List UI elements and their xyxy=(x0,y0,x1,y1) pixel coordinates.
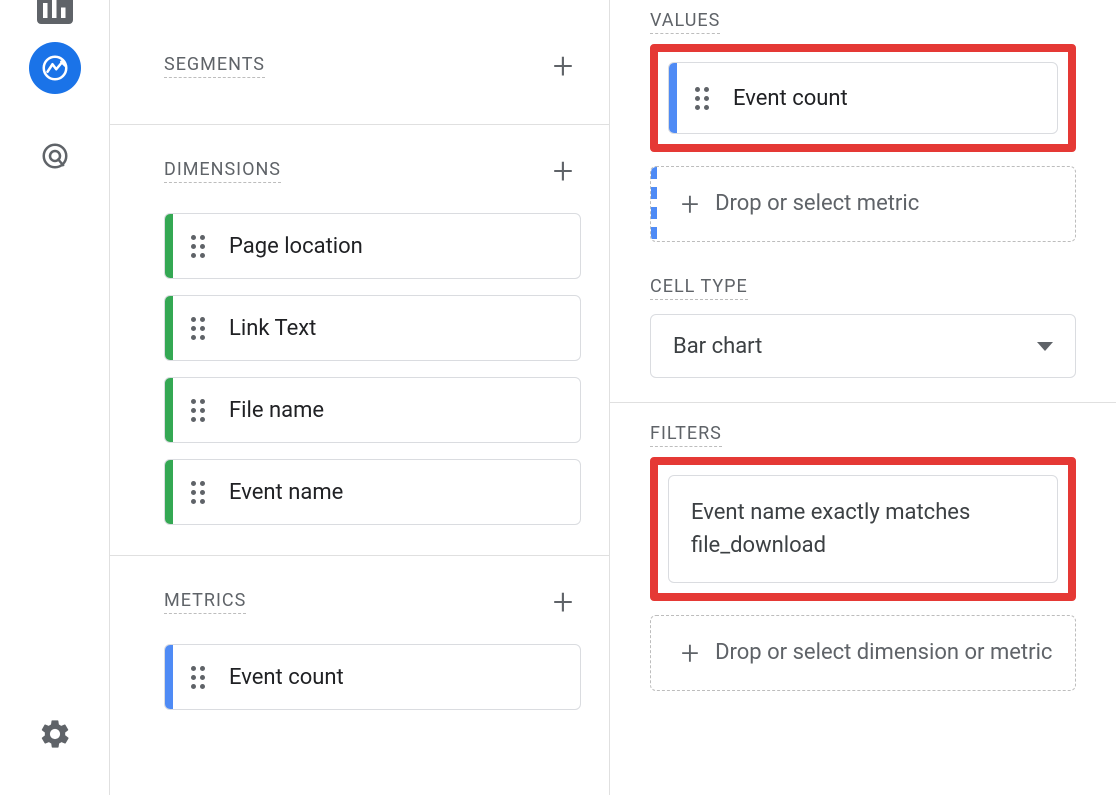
chip-label: Page location xyxy=(229,234,363,259)
drag-handle-icon[interactable] xyxy=(695,87,715,110)
add-metric-button[interactable]: + xyxy=(545,584,581,620)
chip-label: File name xyxy=(229,398,324,423)
values-label: VALUES xyxy=(650,10,720,34)
filter-card[interactable]: Event name exactly matches file_download xyxy=(668,475,1058,583)
explore-icon[interactable] xyxy=(29,42,81,94)
settings-icon[interactable] xyxy=(38,717,72,755)
chip-label: Event name xyxy=(229,480,343,505)
dimension-chip-file-name[interactable]: File name xyxy=(164,377,581,443)
metrics-section: METRICS + Event count xyxy=(110,556,609,740)
drop-label: Drop or select metric xyxy=(715,189,919,220)
values-highlight-box: Event count xyxy=(650,44,1076,152)
filters-drop-zone[interactable]: + Drop or select dimension or metric xyxy=(650,615,1076,691)
tab-settings-panel: VALUES Event count + Drop or select metr… xyxy=(610,0,1116,795)
chip-label: Link Text xyxy=(229,316,316,341)
reports-icon[interactable] xyxy=(37,0,73,24)
cell-type-select[interactable]: Bar chart xyxy=(650,314,1076,378)
chip-label: Event count xyxy=(733,86,848,111)
plus-icon: + xyxy=(681,634,699,672)
drag-handle-icon[interactable] xyxy=(191,666,211,689)
drag-handle-icon[interactable] xyxy=(191,317,211,340)
add-segment-button[interactable]: + xyxy=(545,48,581,84)
filters-label: FILTERS xyxy=(650,423,722,447)
drop-label: Drop or select dimension or metric xyxy=(715,638,1052,669)
dimension-chip-link-text[interactable]: Link Text xyxy=(164,295,581,361)
filter-text: Event name exactly matches file_download xyxy=(691,500,970,558)
dimension-chip-page-location[interactable]: Page location xyxy=(164,213,581,279)
chip-label: Event count xyxy=(229,665,344,690)
dimensions-section: DIMENSIONS + Page location Link Text Fil… xyxy=(110,125,609,556)
variables-panel: SEGMENTS + DIMENSIONS + Page location Li… xyxy=(110,0,610,795)
dimensions-label: DIMENSIONS xyxy=(164,159,281,183)
chevron-down-icon xyxy=(1037,342,1053,351)
metric-chip-event-count[interactable]: Event count xyxy=(164,644,581,710)
advertising-icon[interactable] xyxy=(29,130,81,182)
metrics-label: METRICS xyxy=(164,590,246,614)
segments-section: SEGMENTS + xyxy=(110,0,609,125)
cell-type-value: Bar chart xyxy=(673,334,762,359)
plus-icon: + xyxy=(681,185,699,223)
add-dimension-button[interactable]: + xyxy=(545,153,581,189)
divider xyxy=(610,402,1116,403)
filters-highlight-box: Event name exactly matches file_download xyxy=(650,457,1076,601)
values-drop-zone[interactable]: + Drop or select metric xyxy=(650,166,1076,242)
drag-handle-icon[interactable] xyxy=(191,235,211,258)
value-chip-event-count[interactable]: Event count xyxy=(668,62,1058,134)
dimension-chip-event-name[interactable]: Event name xyxy=(164,459,581,525)
cell-type-label: CELL TYPE xyxy=(650,276,748,300)
drag-handle-icon[interactable] xyxy=(191,399,211,422)
icon-rail xyxy=(0,0,110,795)
drag-handle-icon[interactable] xyxy=(191,481,211,504)
segments-label: SEGMENTS xyxy=(164,54,265,78)
